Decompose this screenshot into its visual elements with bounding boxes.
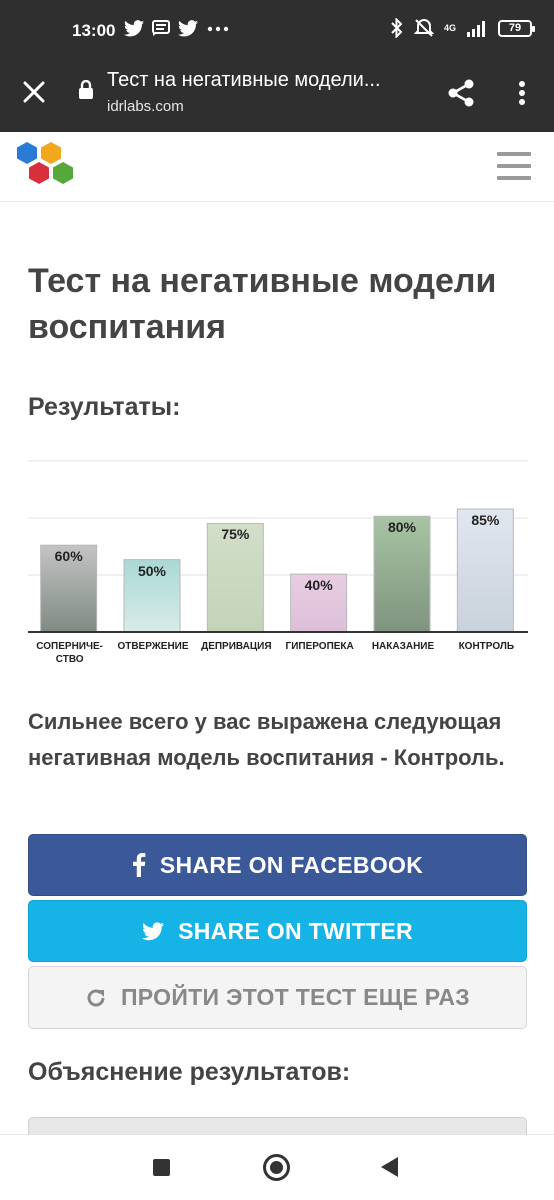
hamburger-line [497, 164, 531, 168]
hamburger-line [497, 152, 531, 156]
page-title-bar[interactable]: Тест на негативные модели... [107, 69, 425, 92]
close-icon [23, 81, 45, 103]
alarm-off-icon [413, 18, 434, 37]
network-label: 4G [443, 22, 456, 33]
close-button[interactable] [18, 76, 50, 108]
share-icon [448, 79, 474, 107]
hamburger-menu-button[interactable] [497, 152, 531, 180]
chart-category-label: ДЕПРИВАЦИЯ [201, 641, 272, 652]
overflow-menu-button[interactable] [508, 76, 536, 110]
results-heading: Результаты: [28, 393, 181, 421]
back-button[interactable] [381, 1157, 398, 1177]
logo-hex-blue [17, 142, 37, 164]
share-facebook-label: SHARE ON FACEBOOK [159, 851, 424, 878]
share-twitter-button[interactable]: SHARE ON TWITTER [28, 900, 527, 962]
logo-hex-orange [41, 142, 61, 164]
site-logo[interactable] [14, 141, 78, 191]
share-facebook-button[interactable]: SHARE ON FACEBOOK [28, 834, 527, 896]
chart-category-label: НАКАЗАНИЕ [371, 641, 435, 652]
retake-test-button[interactable]: ПРОЙТИ ЭТОТ ТЕСТ ЕЩЕ РАЗ [28, 966, 527, 1029]
chart-value-label: 50% [137, 562, 167, 579]
twitter-icon [124, 20, 144, 37]
share-twitter-label: SHARE ON TWITTER [178, 917, 413, 944]
status-right-icons: 4G 79 [390, 18, 535, 38]
status-time: 13:00 [72, 21, 116, 40]
browser-toolbar: Тест на негативные модели... idrlabs.com [0, 62, 554, 132]
battery-indicator: 79 [498, 19, 535, 37]
logo-hex-red [29, 162, 49, 184]
lock-icon [79, 80, 93, 99]
chart-value-label: 80% [387, 519, 417, 536]
refresh-icon [87, 989, 105, 1006]
hamburger-line [497, 176, 531, 180]
battery-level: 79 [508, 22, 522, 34]
site-header [0, 132, 554, 202]
bluetooth-icon [391, 18, 403, 38]
chart-value-label: 85% [471, 511, 500, 528]
signal-icon [467, 21, 485, 37]
message-icon [152, 20, 170, 36]
chart-category-label: КОНТРОЛЬ [458, 641, 515, 652]
twitter-icon [178, 20, 198, 37]
chart-value-label: 60% [54, 548, 83, 565]
home-button[interactable] [263, 1154, 290, 1181]
facebook-icon [132, 853, 146, 877]
page-title: Тест на негативные модели воспитания [28, 262, 497, 346]
more-dots-icon [207, 26, 229, 32]
system-nav-bar [0, 1134, 554, 1200]
results-chart: 60% СОПЕРНИЧЕ- СТВО 50% ОТВЕРЖЕНИЕ 75% ДЕПРИВ… [28, 455, 528, 680]
chart-category-label: ГИПЕРОПЕКА [285, 641, 354, 652]
explanation-heading: Объяснение результатов: [28, 1058, 351, 1086]
chart-category-label: ОТВЕРЖЕНИЕ [117, 641, 189, 652]
share-button[interactable] [444, 76, 478, 110]
notification-icons [124, 20, 230, 37]
chart-value-label: 75% [221, 526, 250, 543]
result-summary: Сильнее всего у вас выражена следующая н… [28, 709, 505, 770]
more-vert-icon [519, 81, 525, 105]
chart-value-label: 40% [304, 577, 333, 594]
status-bar: 13:00 4G 79 [0, 0, 554, 62]
twitter-icon [142, 921, 165, 940]
recent-apps-button[interactable] [153, 1159, 170, 1176]
chart-category-label: СОПЕРНИЧЕ- СТВО [36, 641, 104, 665]
retake-test-label: ПРОЙТИ ЭТОТ ТЕСТ ЕЩЕ РАЗ [120, 984, 471, 1010]
url-text[interactable]: idrlabs.com [107, 98, 184, 115]
top-bar: 13:00 4G 79 Тест на негативные модели...… [0, 0, 554, 132]
logo-hex-green [53, 162, 73, 184]
